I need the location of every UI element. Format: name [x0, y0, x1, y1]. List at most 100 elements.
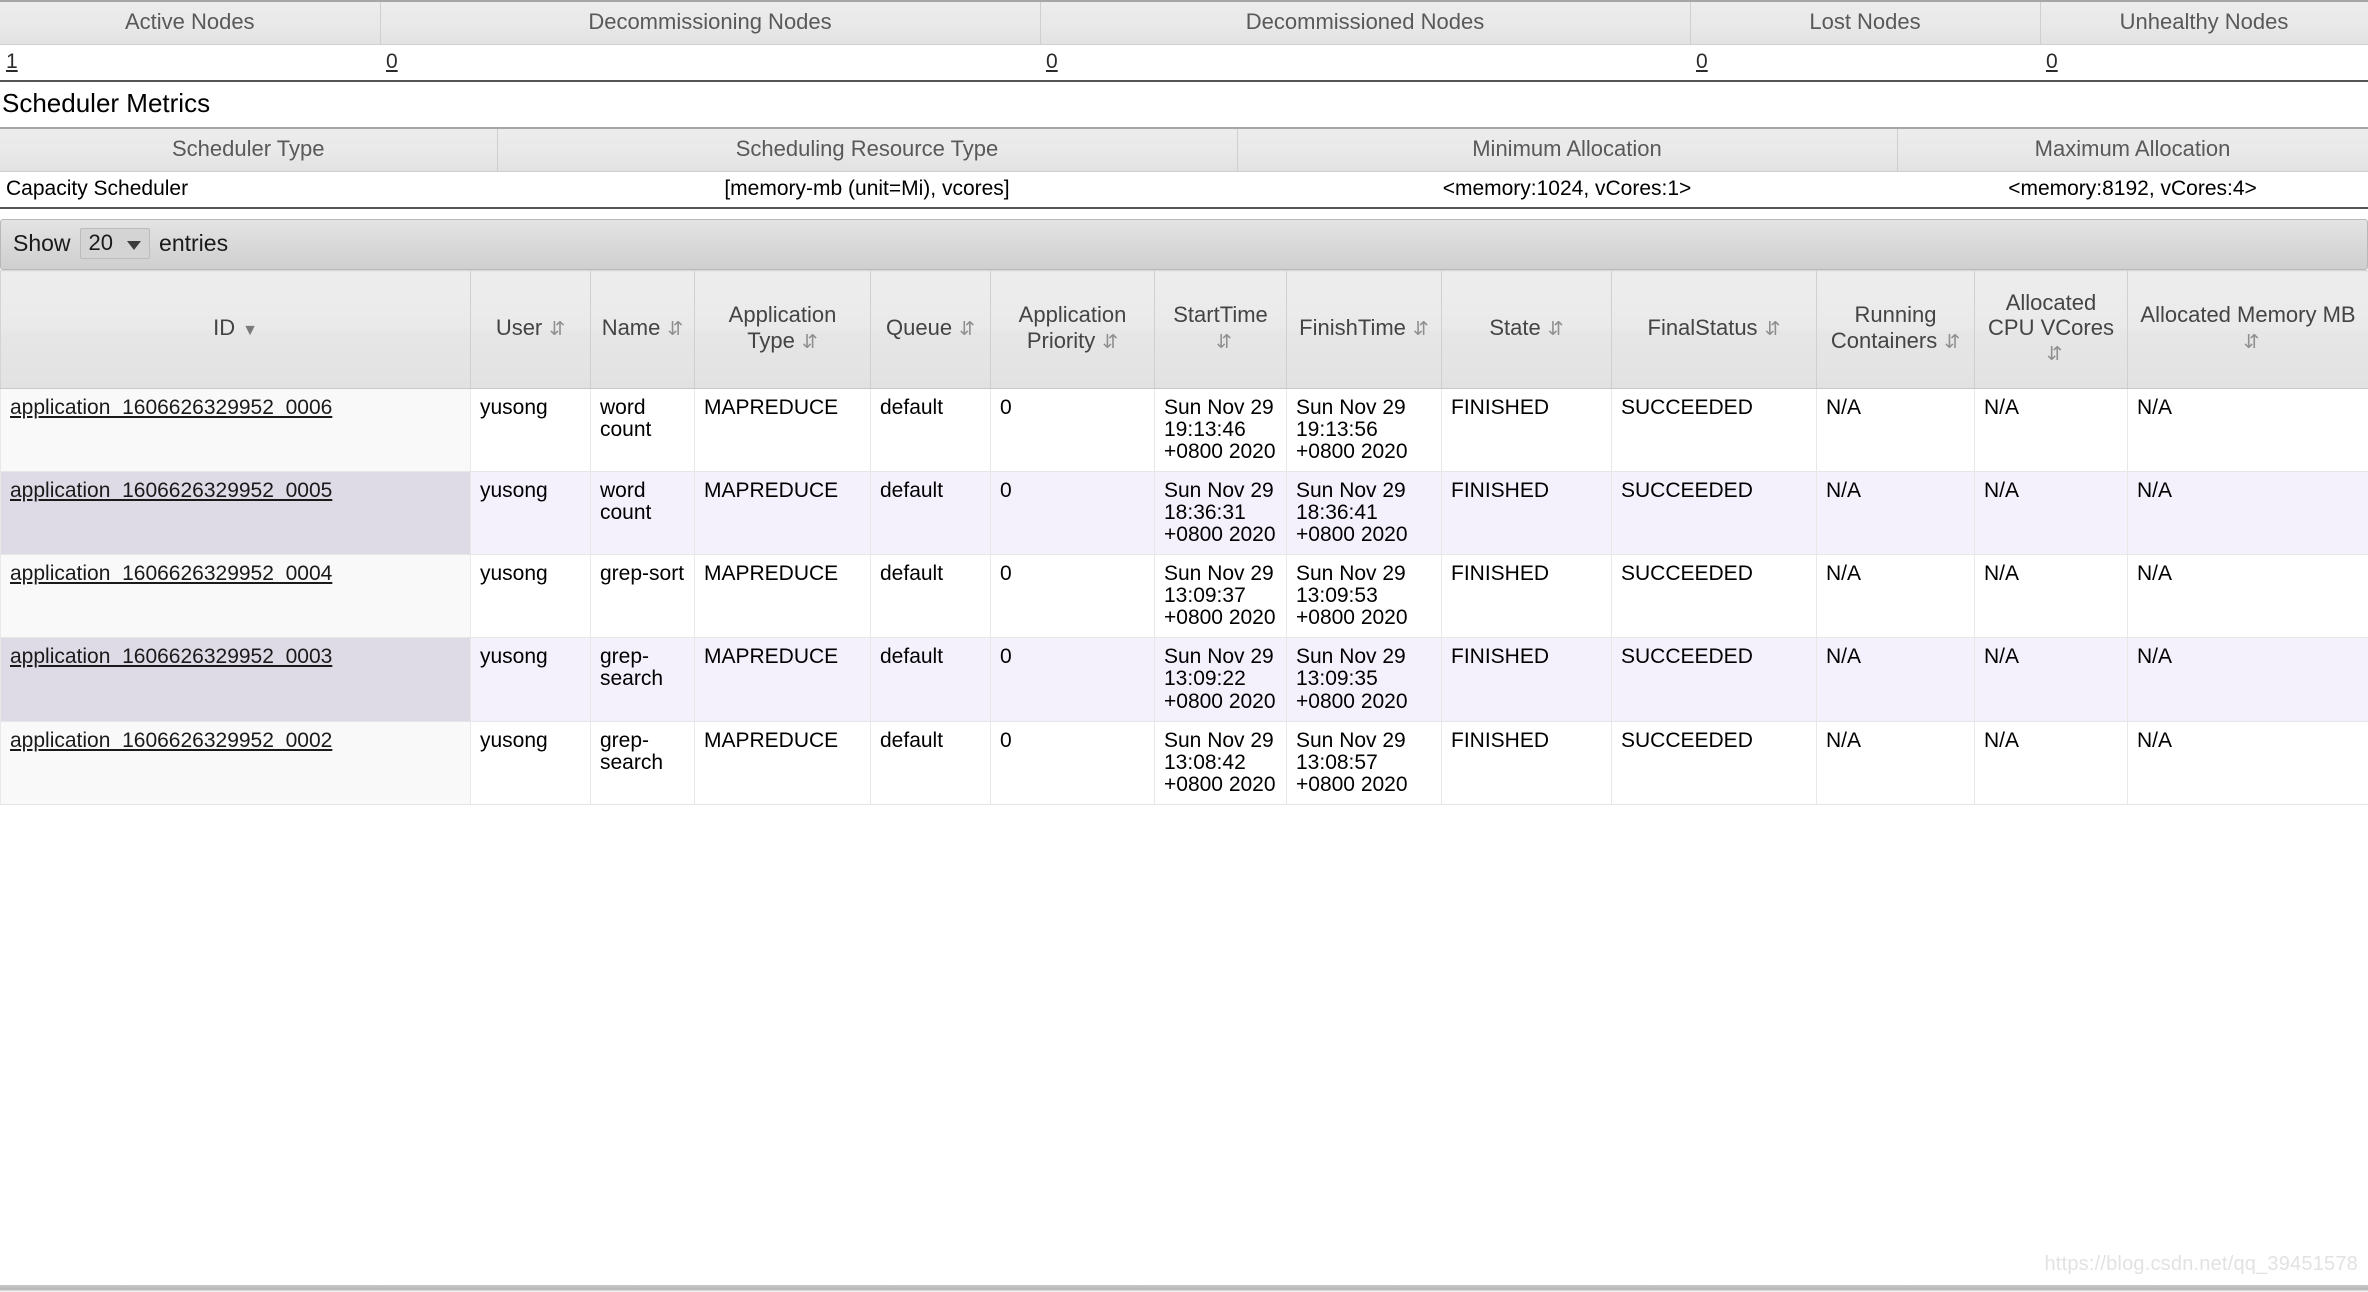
- cluster-header-decommissioned-nodes[interactable]: Decommissioned Nodes: [1039, 2, 1691, 45]
- column-label-queue: Queue: [886, 314, 953, 340]
- cell-allocated-cpu-vcores: N/A: [1974, 554, 2128, 639]
- cell-finishtime: Sun Nov 29 13:09:35 +0800 2020: [1286, 637, 1442, 722]
- column-header-id[interactable]: ID ▼: [0, 270, 471, 389]
- scheduler-metrics-title: Scheduler Metrics: [2, 88, 211, 118]
- column-label-user: User: [495, 314, 543, 340]
- table-row: application_1606626329952_0006 yusong word…: [0, 388, 2368, 473]
- cell-allocated-cpu-vcores: N/A: [1974, 721, 2128, 805]
- table-row: application_1606626329952_0003 yusong grep…: [0, 637, 2368, 722]
- cell-name: grep-search: [590, 637, 695, 722]
- column-label-state: State: [1489, 314, 1541, 340]
- cell-user: yusong: [470, 721, 591, 805]
- scheduler-metrics-table: Scheduler Type Scheduling Resource Type …: [0, 129, 2368, 207]
- column-header-running-containers[interactable]: Running Containers ⇵: [1816, 270, 1975, 389]
- column-header-queue[interactable]: Queue ⇵: [870, 270, 991, 389]
- scheduler-cell-resource-type: [memory-mb (unit=Mi), vcores]: [497, 171, 1237, 207]
- cell-allocated-cpu-vcores: N/A: [1974, 388, 2128, 473]
- cell-finishtime: Sun Nov 29 19:13:56 +0800 2020: [1286, 388, 1442, 473]
- cell-name: grep-sort: [590, 554, 695, 639]
- cell-finalstatus: SUCCEEDED: [1611, 554, 1817, 639]
- unhealthy-nodes-link[interactable]: 0: [2046, 50, 2058, 73]
- column-label-allocated-memory-mb: Allocated Memory MB: [2140, 302, 2356, 328]
- column-label-name: Name: [601, 314, 661, 340]
- cell-application-type: MAPREDUCE: [694, 721, 871, 805]
- cell-user: yusong: [470, 637, 591, 722]
- entries-length-select[interactable]: 20: [79, 228, 151, 259]
- column-header-state[interactable]: State ⇵: [1441, 270, 1612, 389]
- sort-both-icon: ⇵: [1216, 331, 1232, 353]
- applications-table-body: application_1606626329952_0006yusong word…: [0, 388, 2368, 805]
- applications-table: ID ▼ User ⇵ Name ⇵ Application Type ⇵ Queue ⇵…: [0, 270, 2368, 805]
- decommissioned-nodes-link[interactable]: 0: [1046, 50, 1058, 73]
- application-id-link[interactable]: application_1606626329952_0002: [10, 729, 332, 752]
- cell-application-priority: 0: [990, 388, 1155, 473]
- sort-both-icon: ⇵: [1764, 318, 1781, 340]
- cell-running-containers: N/A: [1816, 637, 1975, 722]
- chevron-down-icon: [127, 240, 142, 250]
- lost-nodes-link[interactable]: 0: [1696, 50, 1708, 73]
- scheduler-header-resource-type: Scheduling Resource Type: [496, 129, 1238, 172]
- application-id-link[interactable]: application_1606626329952_0003: [10, 645, 332, 668]
- sort-both-icon: ⇵: [2243, 331, 2260, 353]
- column-header-finishtime[interactable]: FinishTime ⇵: [1286, 270, 1442, 389]
- scheduler-header-max-allocation: Maximum Allocation: [1896, 129, 2368, 172]
- column-header-application-type[interactable]: Application Type ⇵: [694, 270, 871, 389]
- cell-queue: default: [870, 721, 991, 805]
- cluster-metrics-value-row: 1 0 0 0 0: [0, 44, 2368, 80]
- cell-allocated-memory-mb: N/A: [2127, 637, 2368, 722]
- sort-both-icon: ⇵: [549, 318, 566, 340]
- active-nodes-link[interactable]: 1: [6, 50, 18, 73]
- decommissioning-nodes-link[interactable]: 0: [386, 50, 398, 73]
- applications-header-row: ID ▼ User ⇵ Name ⇵ Application Type ⇵ Queue ⇵…: [0, 270, 2368, 389]
- cell-application-priority: 0: [990, 471, 1155, 556]
- cluster-header-unhealthy-nodes[interactable]: Unhealthy Nodes: [2039, 2, 2368, 45]
- column-header-application-priority[interactable]: Application Priority ⇵: [990, 270, 1155, 389]
- cell-state: FINISHED: [1441, 721, 1612, 805]
- cell-application-type: MAPREDUCE: [694, 471, 871, 556]
- cell-state: FINISHED: [1441, 637, 1612, 722]
- show-label: Show: [13, 230, 71, 256]
- column-label-finalstatus: FinalStatus: [1647, 314, 1758, 340]
- cell-queue: default: [870, 388, 991, 473]
- cell-queue: default: [870, 637, 991, 722]
- cluster-metrics-header-row: Active Nodes Decommissioning Nodes Decom…: [0, 2, 2368, 45]
- column-header-user[interactable]: User ⇵: [470, 270, 591, 389]
- scheduler-metrics-header-row: Scheduler Type Scheduling Resource Type …: [0, 129, 2368, 172]
- table-length-bar: Show 20 entries: [0, 219, 2368, 270]
- scheduler-cell-type: Capacity Scheduler: [0, 171, 497, 207]
- cell-name: word count: [590, 388, 695, 473]
- application-id-link[interactable]: application_1606626329952_0005: [10, 479, 332, 502]
- entries-label: entries: [159, 230, 229, 256]
- column-header-starttime[interactable]: StartTime ⇵: [1154, 270, 1287, 389]
- cell-starttime: Sun Nov 29 19:13:46 +0800 2020: [1154, 388, 1287, 473]
- cell-application-priority: 0: [990, 637, 1155, 722]
- cell-state: FINISHED: [1441, 471, 1612, 556]
- column-header-name[interactable]: Name ⇵: [590, 270, 695, 389]
- application-id-link[interactable]: application_1606626329952_0004: [10, 562, 332, 585]
- application-id-link[interactable]: application_1606626329952_0006: [10, 396, 332, 419]
- scheduler-cell-min-allocation: <memory:1024, vCores:1>: [1237, 171, 1897, 207]
- cell-queue: default: [870, 554, 991, 639]
- cluster-header-decommissioning-nodes[interactable]: Decommissioning Nodes: [379, 2, 1041, 45]
- cell-application-type: MAPREDUCE: [694, 388, 871, 473]
- cluster-header-lost-nodes[interactable]: Lost Nodes: [1689, 2, 2041, 45]
- column-header-finalstatus[interactable]: FinalStatus ⇵: [1611, 270, 1817, 389]
- column-header-allocated-cpu-vcores[interactable]: Allocated CPU VCores ⇵: [1974, 270, 2128, 389]
- cell-id: application_1606626329952_0002: [0, 721, 471, 805]
- column-label-running-containers: Running Containers: [1830, 302, 1938, 353]
- scheduler-metrics-section: Scheduler Type Scheduling Resource Type …: [0, 127, 2368, 209]
- cell-running-containers: N/A: [1816, 388, 1975, 473]
- column-label-allocated-cpu-vcores: Allocated CPU VCores: [1988, 289, 2114, 340]
- cell-finalstatus: SUCCEEDED: [1611, 637, 1817, 722]
- cell-application-priority: 0: [990, 554, 1155, 639]
- cell-application-type: MAPREDUCE: [694, 637, 871, 722]
- cell-allocated-cpu-vcores: N/A: [1974, 471, 2128, 556]
- sort-both-icon: ⇵: [801, 331, 818, 353]
- sort-both-icon: ⇵: [1102, 331, 1119, 353]
- column-label-id: ID: [213, 314, 236, 340]
- applications-table-scroll[interactable]: ID ▼ User ⇵ Name ⇵ Application Type ⇵ Queue ⇵…: [0, 270, 2368, 805]
- column-header-allocated-memory-mb[interactable]: Allocated Memory MB ⇵: [2127, 270, 2368, 389]
- sort-both-icon: ⇵: [1547, 318, 1564, 340]
- cluster-header-active-nodes[interactable]: Active Nodes: [0, 2, 381, 45]
- cell-queue: default: [870, 471, 991, 556]
